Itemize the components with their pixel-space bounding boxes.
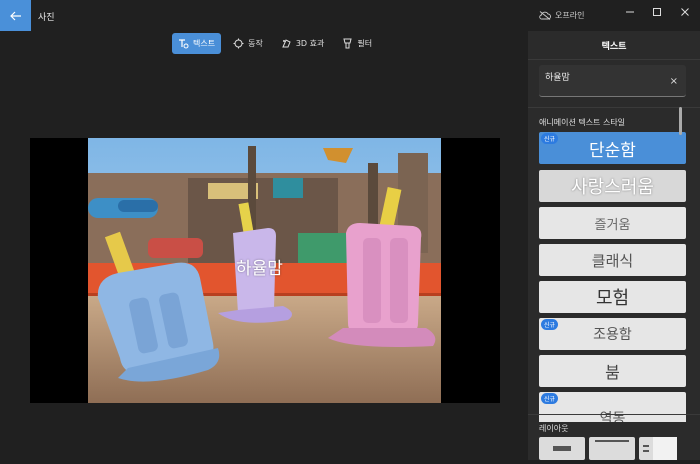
style-item[interactable]: 신규 단순함 [539,132,686,164]
text-input[interactable] [545,71,655,81]
panel-title: 텍스트 [601,42,627,52]
panel-scrollbar[interactable] [679,107,682,387]
edit-toolbar: 텍스트 동작 3D 효과 필터 [172,33,378,54]
layout-top-icon [595,440,629,442]
offline-label: 오프라인 [555,11,585,20]
style-label: 사랑스러움 [571,177,654,198]
tab-text-label: 텍스트 [193,39,216,48]
close-button[interactable] [675,5,695,19]
style-item[interactable]: 붐 [539,355,686,387]
clear-text-button[interactable]: × [670,76,678,87]
style-item[interactable]: 신규 조용함 [539,318,686,350]
cloud-offline-icon [539,11,551,20]
animated-style-list: 신규 단순함 사랑스러움 즐거움 클래식 모험 신규 조용함 붐 신규 역동 [539,132,686,422]
layout-label: 레이아웃 [539,424,569,433]
style-label: 조용함 [593,327,632,343]
close-icon [681,8,689,16]
divider [528,59,700,60]
style-item[interactable]: 즐거움 [539,207,686,239]
text-input-field[interactable]: × [539,65,686,97]
filter-icon [343,38,352,49]
tab-text[interactable]: 텍스트 [172,33,222,54]
tab-3d-effects[interactable]: 3D 효과 [275,33,331,54]
motion-icon [233,38,244,49]
style-label: 단순함 [589,140,636,161]
style-label: 역동 [599,411,626,422]
new-badge: 신규 [541,319,559,330]
layout-center-icon [553,446,571,451]
style-item[interactable]: 클래식 [539,244,686,276]
scrollbar-thumb[interactable] [679,107,682,135]
style-item[interactable]: 모험 [539,281,686,313]
3d-effects-icon [282,39,291,48]
maximize-button[interactable] [647,5,667,19]
overlay-text[interactable]: 하율맘 [236,254,283,279]
tab-3d-effects-label: 3D 효과 [295,39,325,48]
tab-motion-label: 동작 [248,39,263,48]
layout-options [539,437,677,460]
app-title: 사진 [38,13,55,23]
tab-motion[interactable]: 동작 [227,33,269,54]
style-item[interactable]: 신규 역동 [539,392,686,422]
new-badge: 신규 [541,133,559,144]
minimize-icon [626,11,634,13]
back-arrow-icon [9,11,21,20]
new-badge: 신규 [541,393,559,404]
style-item[interactable]: 사랑스러움 [539,170,686,202]
minimize-button[interactable] [620,5,640,19]
divider [528,107,700,108]
text-icon [179,39,189,49]
style-label: 붐 [605,363,620,382]
title-bar: 사진 오프라인 [0,0,700,32]
layout-option-top[interactable] [589,437,635,460]
style-label: 즐거움 [594,217,631,233]
divider [528,414,700,415]
offline-status: 오프라인 [539,10,584,21]
back-button[interactable] [0,0,31,31]
text-panel: 텍스트 × 애니메이션 텍스트 스타일 신규 단순함 사랑스러움 즐거움 클래식… [528,31,700,460]
tab-filter-label: 필터 [357,39,373,48]
layout-option-center[interactable] [539,437,585,460]
tab-filter[interactable]: 필터 [336,33,378,54]
style-label: 모험 [595,288,630,309]
style-label: 클래식 [591,251,634,270]
maximize-icon [653,8,661,16]
animated-styles-label: 애니메이션 텍스트 스타일 [539,118,626,127]
layout-side-icon [643,437,677,460]
layout-option-side[interactable] [639,437,677,460]
